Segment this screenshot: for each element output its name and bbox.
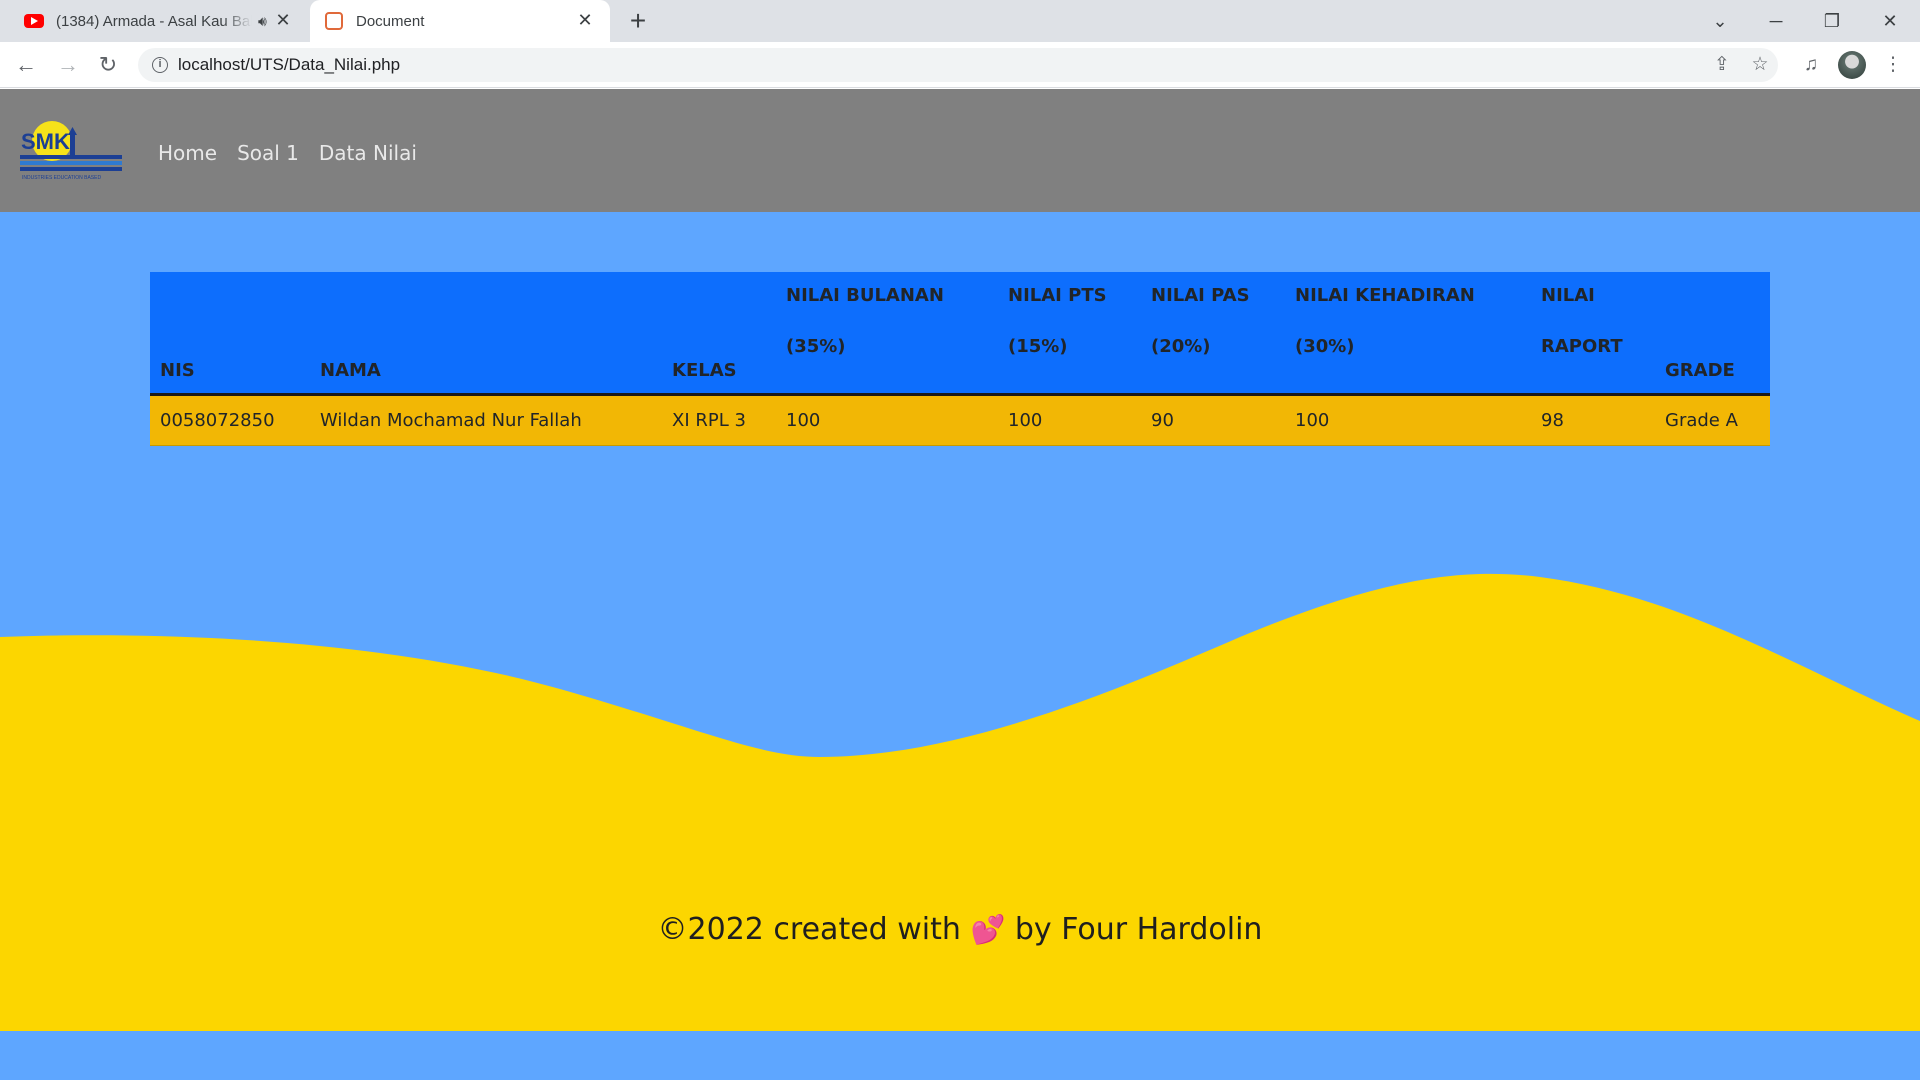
footer-suffix: by Four Hardolin [1014, 912, 1263, 947]
nav-home-link[interactable]: Home [158, 141, 217, 165]
header-nama: NAMA [310, 272, 662, 396]
header-nis: NIS [150, 272, 310, 396]
header-nilai-raport: NILAI RAPORT [1531, 272, 1655, 396]
close-window-icon[interactable]: ✕ [1862, 2, 1918, 40]
cell-nilai-kehadiran: 100 [1285, 394, 1531, 446]
footer-credit: ©2022 created with 💕 by Four Hardolin [0, 912, 1920, 947]
back-icon[interactable]: ← [10, 49, 42, 81]
info-icon[interactable]: i [152, 57, 168, 73]
footer-prefix: ©2022 created with [657, 912, 961, 947]
media-control-icon[interactable]: ♫ [1796, 50, 1826, 80]
smk-logo[interactable]: SMK INDUSTRIES EDUCATION BASED [18, 119, 124, 181]
minimize-icon[interactable]: ─ [1748, 2, 1804, 40]
table-row: 0058072850 Wildan Mochamad Nur Fallah XI… [150, 394, 1770, 446]
cell-nilai-pts: 100 [998, 394, 1141, 446]
avatar[interactable] [1838, 51, 1866, 79]
menu-kebab-icon[interactable]: ⋮ [1878, 50, 1908, 80]
header-nilai-bulanan: NILAI BULANAN (35%) [776, 272, 998, 396]
restore-icon[interactable]: ❐ [1804, 2, 1860, 40]
cell-nilai-pas: 90 [1141, 394, 1285, 446]
address-bar[interactable]: i localhost/UTS/Data_Nilai.php ⇪ ☆ [138, 48, 1778, 82]
tab-title: Document [356, 12, 425, 30]
tab-search-icon[interactable]: ⌄ [1692, 2, 1748, 40]
nav-soal1-link[interactable]: Soal 1 [237, 141, 299, 165]
navbar: SMK INDUSTRIES EDUCATION BASED Home Soal… [0, 89, 1920, 212]
cell-nis: 0058072850 [150, 394, 310, 446]
forward-icon[interactable]: → [52, 49, 84, 81]
reload-icon[interactable]: ↻ [92, 49, 124, 81]
close-tab-icon[interactable]: ✕ [272, 10, 294, 30]
tab-document[interactable]: Document ✕ [310, 0, 610, 42]
browser-tabstrip: (1384) Armada - Asal Kau Bahagia 🔊︎ ✕ Do… [0, 0, 1920, 42]
cell-nilai-bulanan: 100 [776, 394, 998, 446]
tab-youtube[interactable]: (1384) Armada - Asal Kau Bahagia 🔊︎ ✕ [0, 0, 308, 42]
bookmark-star-icon[interactable]: ☆ [1746, 51, 1774, 79]
header-grade: GRADE [1655, 272, 1770, 396]
close-tab-icon[interactable]: ✕ [574, 10, 596, 30]
youtube-icon [24, 11, 44, 31]
page-viewport: SMK INDUSTRIES EDUCATION BASED Home Soal… [0, 89, 1920, 1080]
table-header-row: NIS NAMA KELAS NILAI BULANAN (35%) NILAI … [150, 272, 1770, 396]
data-nilai-table: NIS NAMA KELAS NILAI BULANAN (35%) NILAI … [150, 272, 1770, 446]
tab-title: (1384) Armada - Asal Kau Bahagia [56, 12, 252, 30]
main-nav: Home Soal 1 Data Nilai [158, 141, 417, 165]
new-tab-icon[interactable]: + [622, 5, 654, 37]
logo-text: SMK [21, 129, 70, 154]
url-text[interactable]: localhost/UTS/Data_Nilai.php [178, 55, 400, 75]
share-icon[interactable]: ⇪ [1708, 51, 1736, 79]
header-kelas: KELAS [662, 272, 776, 396]
cell-nama: Wildan Mochamad Nur Fallah [310, 394, 662, 446]
heart-icon: 💕 [970, 913, 1006, 946]
browser-toolbar: ← → ↻ i localhost/UTS/Data_Nilai.php ⇪ ☆… [0, 42, 1920, 88]
nav-data-nilai-link[interactable]: Data Nilai [319, 141, 417, 165]
header-nilai-kehadiran: NILAI KEHADIRAN (30%) [1285, 272, 1531, 396]
header-nilai-pts: NILAI PTS (15%) [998, 272, 1141, 396]
cell-grade: Grade A [1655, 394, 1770, 446]
cell-kelas: XI RPL 3 [662, 394, 776, 446]
logo-tagline: INDUSTRIES EDUCATION BASED [22, 175, 101, 181]
xampp-icon [324, 11, 344, 31]
speaker-icon[interactable]: 🔊︎ [258, 13, 267, 30]
header-nilai-pas: NILAI PAS (20%) [1141, 272, 1285, 396]
cell-nilai-raport: 98 [1531, 394, 1655, 446]
